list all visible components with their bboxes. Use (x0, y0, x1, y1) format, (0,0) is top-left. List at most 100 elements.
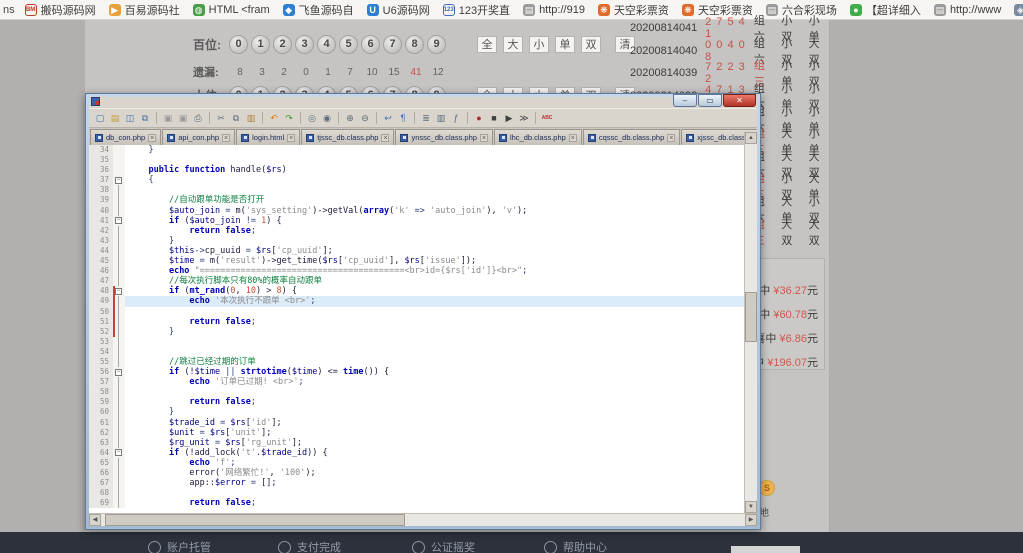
fold-guide-line (118, 337, 119, 347)
horizontal-scrollbar[interactable]: ◀ ▶ (89, 513, 757, 526)
footer-button[interactable] (731, 546, 800, 553)
copy-icon[interactable]: ⧉ (229, 111, 243, 125)
vertical-scroll-thumb[interactable] (745, 292, 757, 342)
ball-2[interactable]: 2 (273, 35, 292, 54)
filter-button-单[interactable]: 单 (555, 36, 575, 53)
spell-check-icon[interactable]: ABC (540, 111, 554, 125)
zoom-in-icon[interactable]: ⊕ (343, 111, 357, 125)
tab-close-icon[interactable]: × (222, 134, 230, 142)
tab-cqssc_db.class.php[interactable]: cqssc_db.class.php× (583, 129, 680, 145)
fold-collapse-icon[interactable]: − (115, 288, 122, 295)
scroll-right-arrow[interactable]: ▶ (745, 514, 757, 526)
footer-item[interactable]: 帮助中心 (544, 539, 607, 553)
bookmark-item[interactable]: ▶百易源码社 (109, 2, 180, 18)
tab-tjssc_db.class.php[interactable]: tjssc_db.class.php× (301, 129, 394, 145)
tab-close-icon[interactable]: × (480, 134, 488, 142)
fold-collapse-icon[interactable]: − (115, 369, 122, 376)
close-doc-icon[interactable]: ▣ (161, 111, 175, 125)
bookmark-item[interactable]: ◍HTML <fram (193, 4, 270, 16)
token: 'v' (502, 206, 517, 216)
footer-item[interactable]: 公证摇奖 (412, 539, 475, 553)
tab-close-icon[interactable]: × (287, 134, 295, 142)
zoom-out-icon[interactable]: ⊖ (358, 111, 372, 125)
redo-icon[interactable]: ↷ (282, 111, 296, 125)
stop-macro-icon[interactable]: ■ (487, 111, 501, 125)
bookmark-item[interactable]: 123123开奖直 (443, 2, 510, 18)
undo-icon[interactable]: ↶ (267, 111, 281, 125)
tab-ynssc_db.class.php[interactable]: ynssc_db.class.php× (395, 129, 492, 145)
find-icon[interactable]: ◎ (305, 111, 319, 125)
replace-icon[interactable]: ◉ (320, 111, 334, 125)
filter-button-小[interactable]: 小 (529, 36, 549, 53)
ball-1[interactable]: 1 (251, 35, 270, 54)
window-titlebar[interactable]: –▭✕ (86, 94, 760, 108)
footer-item[interactable]: 支付完成 (278, 539, 341, 553)
open-folder-icon[interactable]: ▤ (108, 111, 122, 125)
token: //跳过已经过期的订单 (169, 357, 256, 367)
tab-login.html[interactable]: login.html× (236, 129, 300, 145)
vertical-scrollbar[interactable]: ▲ ▼ (744, 132, 757, 513)
token: $rs (210, 428, 225, 438)
result-tag: 大双 (781, 216, 802, 248)
close-all-icon[interactable]: ▣ (176, 111, 190, 125)
close-button[interactable]: ✕ (723, 94, 756, 107)
record-macro-icon[interactable]: ● (472, 111, 486, 125)
bookmark-item[interactable]: UU6源码网 (367, 2, 430, 18)
tab-close-icon[interactable]: × (569, 134, 577, 142)
tab-api_con.php[interactable]: api_con.php× (162, 129, 235, 145)
filter-button-双[interactable]: 双 (581, 36, 601, 53)
ball-6[interactable]: 6 (361, 35, 380, 54)
bookmark-item[interactable]: BM搬码源码网 (25, 2, 96, 18)
save-all-icon[interactable]: ⧉ (138, 111, 152, 125)
ball-5[interactable]: 5 (339, 35, 358, 54)
scroll-down-arrow[interactable]: ▼ (745, 501, 757, 513)
maximize-button[interactable]: ▭ (698, 94, 722, 107)
ball-0[interactable]: 0 (229, 35, 248, 54)
function-list-icon[interactable]: ƒ (449, 111, 463, 125)
word-wrap-icon[interactable]: ↩ (381, 111, 395, 125)
bookmark-item[interactable]: ●【超详细入 (850, 2, 921, 18)
line-number: 53 (89, 337, 113, 347)
footer-item[interactable]: 账户托管 (148, 539, 211, 553)
show-symbols-icon[interactable]: ¶ (396, 111, 410, 125)
ball-3[interactable]: 3 (295, 35, 314, 54)
filter-button-全[interactable]: 全 (477, 36, 497, 53)
tab-close-icon[interactable]: × (667, 134, 675, 142)
fold-guide-line (118, 407, 119, 417)
cut-icon[interactable]: ✂ (214, 111, 228, 125)
fold-collapse-icon[interactable]: − (115, 177, 122, 184)
tab-close-icon[interactable]: × (148, 134, 156, 142)
bookmark-item[interactable]: ▤http://919 (523, 4, 585, 16)
ball-9[interactable]: 9 (427, 35, 446, 54)
play-macro-icon[interactable]: ▶ (502, 111, 516, 125)
code-area[interactable]: 34 }3536 public function handle($rs)37− … (89, 145, 757, 513)
filter-button-大[interactable]: 大 (503, 36, 523, 53)
tab-db_con.php[interactable]: db_con.php× (90, 129, 161, 145)
bookmark-item[interactable]: ◈安全脉搏 | (1014, 2, 1023, 18)
indent-guide-icon[interactable]: ≣ (419, 111, 433, 125)
code-line: 40 $auto_join = m('sys_setting')->getVal… (89, 206, 757, 216)
bookmark-item[interactable]: ◆飞鱼源码自 (283, 2, 354, 18)
doc-map-icon[interactable]: ▥ (434, 111, 448, 125)
save-icon[interactable]: ◫ (123, 111, 137, 125)
bookmark-item[interactable]: ❋天空彩票资 (598, 2, 669, 18)
scroll-up-arrow[interactable]: ▲ (745, 132, 757, 144)
fold-collapse-icon[interactable]: − (115, 449, 122, 456)
tab-lhc_db.class.php[interactable]: lhc_db.class.php× (494, 129, 582, 145)
bookmark-item[interactable]: ❋天空彩票资 (682, 2, 753, 18)
tab-close-icon[interactable]: × (381, 134, 389, 142)
print-icon[interactable]: ⎙ (191, 111, 205, 125)
new-file-icon[interactable]: ▢ (93, 111, 107, 125)
ball-7[interactable]: 7 (383, 35, 402, 54)
run-multi-icon[interactable]: ≫ (517, 111, 531, 125)
ball-4[interactable]: 4 (317, 35, 336, 54)
fold-collapse-icon[interactable]: − (115, 217, 122, 224)
win-suffix: 元 (807, 309, 818, 321)
paste-icon[interactable]: ▥ (244, 111, 258, 125)
ball-8[interactable]: 8 (405, 35, 424, 54)
horizontal-scroll-thumb[interactable] (105, 514, 405, 526)
bookmark-item[interactable]: ▤http://www (934, 4, 1001, 16)
line-number: 56 (89, 367, 113, 377)
scroll-left-arrow[interactable]: ◀ (89, 514, 101, 526)
minimize-button[interactable]: – (673, 94, 697, 107)
